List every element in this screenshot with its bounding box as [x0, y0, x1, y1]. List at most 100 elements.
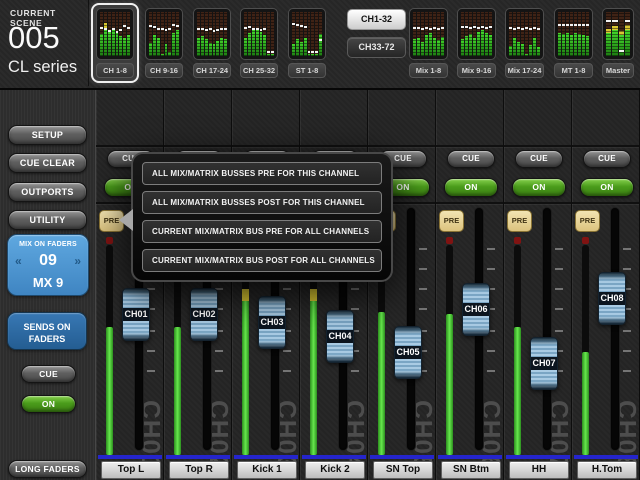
fader-track[interactable] [611, 208, 619, 450]
fader-cap[interactable]: CH05 [394, 326, 422, 379]
popup-item-current-bus-pre[interactable]: CURRENT MIX/MATRIX BUS PRE FOR ALL CHANN… [142, 220, 382, 243]
mix-on-faders-title: MIX ON FADERS [8, 241, 88, 248]
channel-name-plate[interactable]: Kick 2 [305, 461, 365, 479]
meter-bar [100, 12, 103, 56]
meter-block-ch-17-24[interactable]: CH 17-24 [188, 3, 236, 83]
meter-bar [525, 12, 528, 56]
meter-bar-fill [421, 42, 424, 56]
channel-cue-button[interactable]: CUE [515, 150, 563, 168]
fader-level-marker [578, 24, 581, 26]
meter-block-label: CH 25-32 [240, 63, 278, 78]
fader-cap[interactable]: CH02 [190, 288, 218, 341]
long-faders-button[interactable]: LONG FADERS [8, 460, 87, 478]
fader-track[interactable] [543, 208, 551, 450]
meter-bar [216, 12, 219, 56]
meter-bar [319, 12, 322, 56]
fader-cap[interactable]: CH08 [598, 272, 626, 325]
channel-on-button[interactable]: ON [444, 178, 498, 197]
top-bar: CURRENT SCENE 005 CL series CH 1-8CH 9-1… [0, 0, 640, 90]
meter-block-mt-1-8[interactable]: MT 1-8 [549, 3, 598, 83]
fader-level-marker [465, 26, 468, 28]
meter-bar-fill [300, 42, 303, 56]
channel-pre-badge[interactable]: PRE [439, 210, 464, 232]
channel-name-plate[interactable]: Kick 1 [237, 461, 297, 479]
bank-button-ch33-72[interactable]: CH33-72 [347, 37, 406, 58]
meter-bar [469, 12, 472, 56]
utility-button[interactable]: UTILITY [8, 210, 87, 230]
fader-cap[interactable]: CH01 [122, 288, 150, 341]
channel-level-fill [174, 327, 181, 455]
fader-level-marker [485, 27, 488, 29]
fader-level-marker [437, 28, 440, 30]
meter-bar [578, 12, 581, 56]
mix-bus-name: MX 9 [8, 275, 88, 290]
next-mix-chevron-icon[interactable]: » [74, 254, 81, 268]
channel-name-plate[interactable]: SN Btm [441, 461, 501, 479]
cue-clear-button[interactable]: CUE CLEAR [8, 153, 87, 173]
channel-cue-button[interactable]: CUE [583, 150, 631, 168]
meter-bar [533, 12, 536, 56]
fader-level-marker [533, 27, 536, 29]
meter-bar-fill [201, 36, 204, 56]
fader-cap[interactable]: CH03 [258, 296, 286, 349]
master-cue-button[interactable]: CUE [21, 365, 76, 383]
meter-bar [417, 12, 420, 56]
channel-name-plate[interactable]: Top L [101, 461, 161, 479]
meter-bar-fill [625, 30, 630, 56]
fader-cap[interactable]: CH06 [462, 283, 490, 336]
popup-item-all-busses-pre[interactable]: ALL MIX/MATRIX BUSSES PRE FOR THIS CHANN… [142, 162, 382, 185]
popup-item-current-bus-post[interactable]: CURRENT MIX/MATRIX BUS POST FOR ALL CHAN… [142, 249, 382, 272]
channel-name-plate[interactable]: H.Tom [577, 461, 637, 479]
sends-on-faders-button[interactable]: SENDS ON FADERS [7, 312, 87, 350]
popup-item-all-busses-post[interactable]: ALL MIX/MATRIX BUSSES POST FOR THIS CHAN… [142, 191, 382, 214]
channel-pre-badge[interactable]: PRE [575, 210, 600, 232]
fader-level-marker [513, 28, 516, 30]
mix-on-faders-panel[interactable]: MIX ON FADERS « 09 » MX 9 [7, 234, 89, 296]
channel-name-plate[interactable]: HH [509, 461, 569, 479]
channel-pre-badge[interactable]: PRE [507, 210, 532, 232]
fader-level-marker [521, 28, 524, 30]
meter-block-ch-25-32[interactable]: CH 25-32 [235, 3, 283, 83]
channel-on-button[interactable]: ON [580, 178, 634, 197]
meter-bar-fill [425, 35, 428, 56]
channel-name-plate[interactable]: SN Top [373, 461, 433, 479]
meter-bar [292, 12, 295, 56]
meter-block-st-1-8[interactable]: ST 1-8 [283, 3, 331, 83]
meter-block-mix-9-16[interactable]: Mix 9-16 [452, 3, 501, 83]
meter-bar [168, 12, 171, 56]
fader-level-marker [149, 25, 152, 27]
meter-block-label: ST 1-8 [288, 63, 326, 78]
channel-name-plate[interactable]: Top R [169, 461, 229, 479]
channel-on-button[interactable]: ON [512, 178, 566, 197]
meter-bar [619, 12, 624, 56]
fader-cap[interactable]: CH04 [326, 310, 354, 363]
strip-divider [504, 202, 571, 204]
bank-button-ch1-32[interactable]: CH1-32 [347, 9, 406, 30]
meter-bar [566, 12, 569, 56]
fader-scale-tick [215, 350, 223, 352]
meter-bar [267, 12, 270, 56]
meter-block-master[interactable]: Master [597, 3, 639, 83]
meter-block-ch-9-16[interactable]: CH 9-16 [140, 3, 188, 83]
fader-level-marker [300, 25, 303, 27]
setup-button[interactable]: SETUP [8, 125, 87, 145]
meter-bar [197, 12, 200, 56]
meter-bar-fill [161, 54, 164, 56]
meter-box [145, 8, 183, 60]
meter-block-mix-17-24[interactable]: Mix 17-24 [500, 3, 549, 83]
fader-level-marker [481, 26, 484, 28]
sidebar: SETUP CUE CLEAR OUTPORTS UTILITY MIX ON … [0, 90, 96, 480]
meter-bar-fill [209, 43, 212, 56]
master-on-button[interactable]: ON [21, 395, 76, 413]
meter-bar [509, 12, 512, 56]
meter-box [457, 8, 496, 60]
meter-bar [157, 12, 160, 56]
fader-level-marker [153, 26, 156, 28]
meter-block-mix-1-8[interactable]: Mix 1-8 [404, 3, 453, 83]
meter-block-ch-1-8[interactable]: CH 1-8 [91, 3, 139, 83]
meter-box [505, 8, 544, 60]
outports-button[interactable]: OUTPORTS [8, 182, 87, 202]
channel-cue-button[interactable]: CUE [447, 150, 495, 168]
fader-cap[interactable]: CH07 [530, 337, 558, 390]
fader-level-marker [413, 27, 416, 29]
